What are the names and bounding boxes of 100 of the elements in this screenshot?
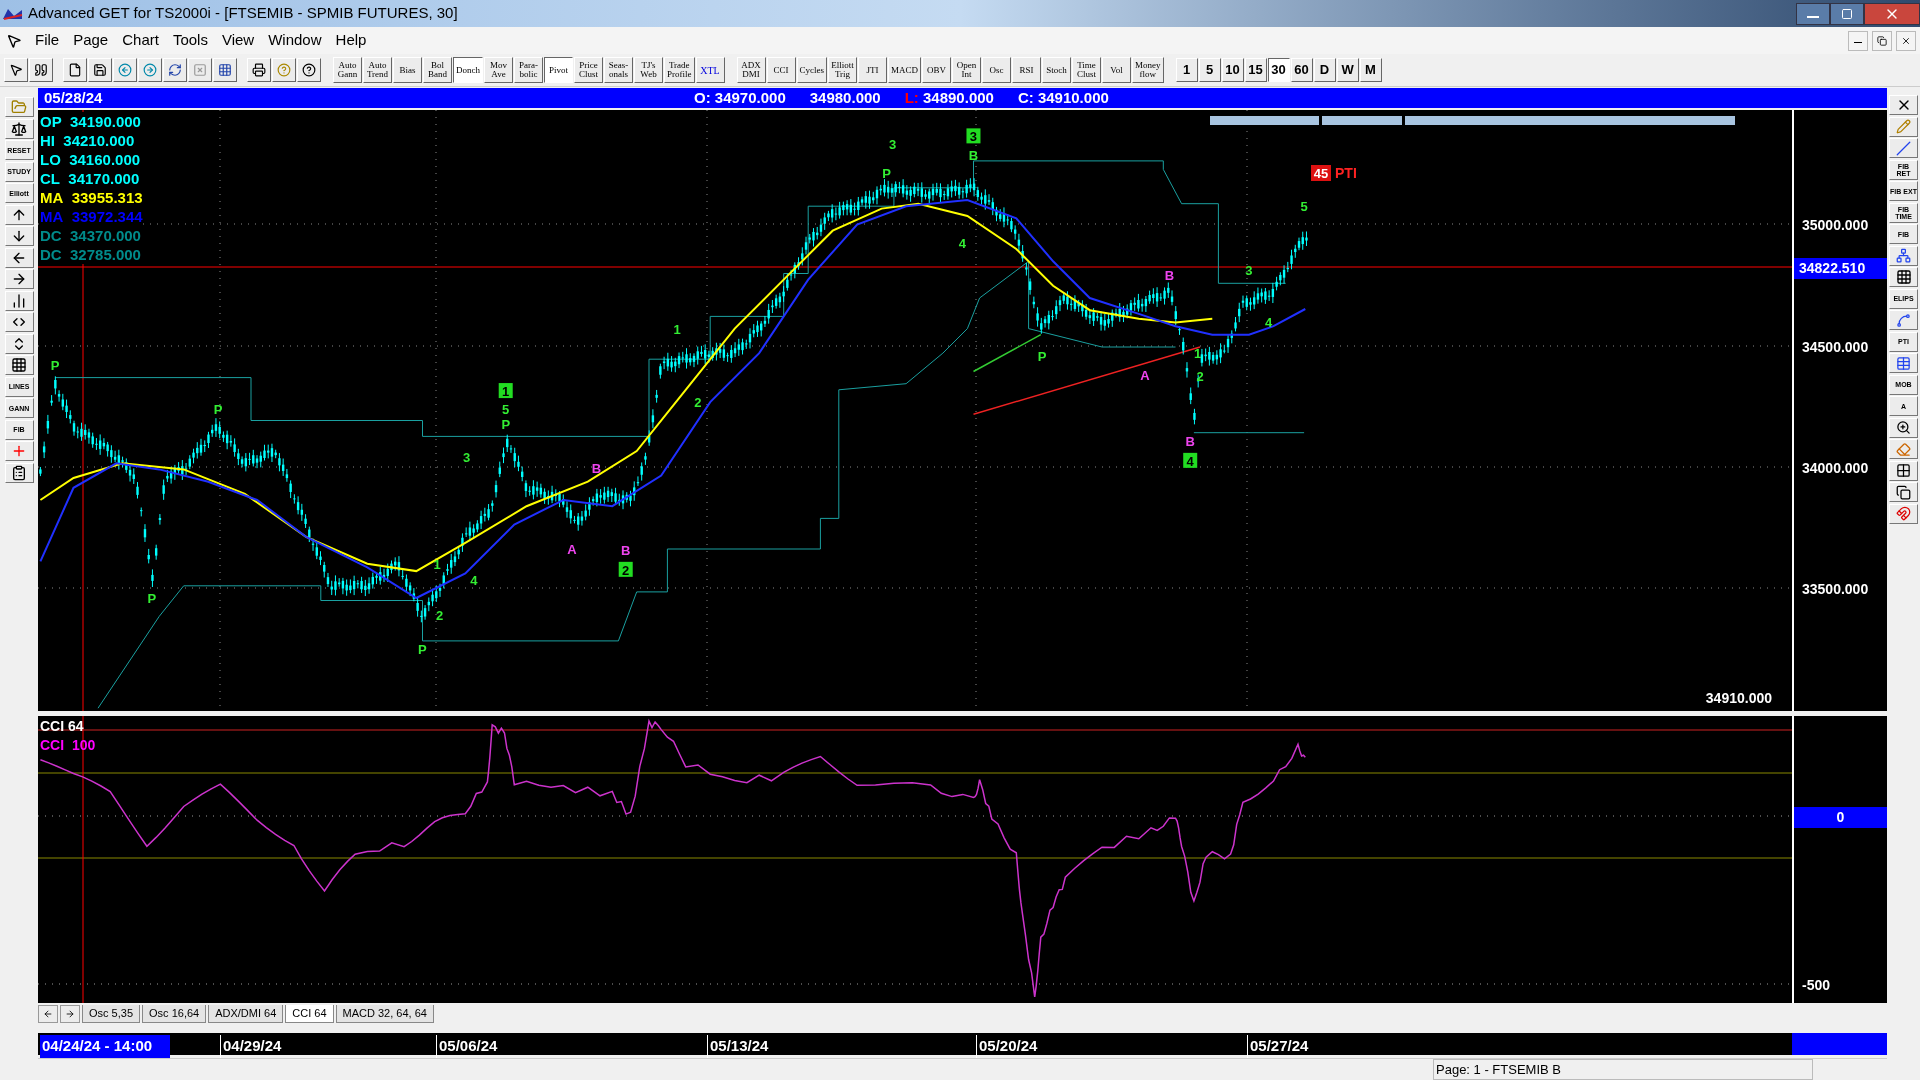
context-help-button[interactable] — [297, 58, 321, 83]
price-tick: 34500.000 — [1802, 338, 1869, 357]
cursor-icon — [6, 32, 22, 49]
tool-button[interactable] — [4, 333, 34, 354]
study-tab[interactable]: ADX/DMI 64 — [208, 1005, 284, 1023]
tool-button[interactable] — [4, 204, 34, 225]
wave-label: B — [591, 461, 602, 477]
tool-button[interactable] — [1889, 353, 1918, 373]
indicator-button[interactable]: Cycles — [796, 57, 827, 84]
overlay-button[interactable]: TJ's Web — [634, 57, 663, 84]
indicator-button[interactable]: CCI — [766, 57, 796, 84]
legend-entry: CCI 100 — [40, 736, 96, 755]
legend-entry: HI 34210.000 — [40, 131, 135, 150]
wave-label: 3 — [889, 136, 897, 152]
new-button[interactable] — [63, 58, 87, 83]
tool-button[interactable] — [1889, 245, 1918, 266]
menu-item[interactable]: Tools — [165, 29, 215, 52]
study-tab[interactable]: MACD 32, 64, 64 — [335, 1005, 434, 1023]
overlay-button[interactable]: Pivot — [544, 57, 573, 84]
eraser-icon — [1896, 441, 1911, 457]
study-tab[interactable]: CCI 64 — [285, 1005, 334, 1023]
tool-button[interactable] — [4, 290, 34, 311]
study-tab[interactable]: Osc 16,64 — [142, 1005, 207, 1023]
tool-button[interactable] — [4, 312, 34, 332]
study-tab[interactable]: Osc 5,35 — [82, 1005, 141, 1023]
grid-button[interactable] — [213, 58, 237, 83]
menu-item[interactable]: File — [28, 29, 67, 52]
pointer-button[interactable] — [4, 58, 28, 83]
minimize-button[interactable] — [1796, 2, 1830, 25]
interval-button[interactable]: M — [1359, 58, 1382, 83]
restore-button[interactable] — [1872, 30, 1892, 51]
help-button[interactable] — [272, 58, 296, 83]
wave-label: 1 — [498, 383, 513, 400]
menu-item[interactable]: View — [214, 29, 262, 52]
interval-button[interactable]: 30 — [1267, 58, 1290, 83]
close-button[interactable] — [1864, 2, 1920, 25]
tool-button[interactable] — [1889, 482, 1918, 502]
scroll-right-button[interactable] — [60, 1005, 80, 1023]
indicator-button[interactable]: Elliott Trig — [828, 57, 857, 84]
indicator-button[interactable]: Open Int — [952, 57, 981, 84]
indicator-button[interactable]: MACD — [888, 57, 921, 84]
tool-button[interactable] — [1889, 95, 1918, 115]
interval-button[interactable]: 15 — [1244, 58, 1267, 83]
maximize-button[interactable] — [1830, 2, 1864, 25]
tool-button[interactable] — [4, 247, 34, 268]
overlay-button[interactable]: Trade Profile — [664, 57, 695, 84]
overlay-button[interactable]: Para- bolic — [514, 57, 543, 84]
window-title: Advanced GET for TS2000i - [FTSEMIB - SPMIB FUTURES, 30] — [28, 3, 458, 24]
overlay-button[interactable]: Price Clust — [574, 57, 603, 84]
overlay-button[interactable]: Bias — [393, 57, 422, 84]
indicator-button[interactable]: Time Clust — [1072, 57, 1101, 84]
tool-button[interactable] — [4, 269, 34, 289]
interval-button[interactable]: 60 — [1290, 58, 1313, 83]
tool-button[interactable] — [4, 226, 34, 246]
back-button[interactable] — [113, 58, 137, 83]
indicator-button[interactable]: Stoch — [1042, 57, 1071, 84]
menu-item[interactable]: Window — [261, 29, 329, 52]
tool-button[interactable] — [4, 118, 34, 139]
menu-item[interactable]: Page — [66, 29, 116, 52]
overlay-button[interactable]: Donch — [453, 57, 483, 84]
menu-item[interactable]: Chart — [115, 29, 166, 52]
tool-button[interactable] — [1889, 138, 1918, 158]
page-icon — [68, 63, 82, 78]
printer-icon — [252, 63, 266, 78]
right-arrow-icon — [65, 1009, 75, 1019]
forward-button[interactable] — [138, 58, 162, 83]
overlay-button[interactable]: Bol Band — [423, 57, 452, 84]
indicator-button[interactable]: Osc — [982, 57, 1011, 84]
delete-button[interactable] — [188, 58, 212, 83]
print-button[interactable] — [247, 58, 271, 83]
interval-button[interactable]: 1 — [1175, 58, 1198, 83]
overlay-button[interactable]: Mov Ave — [484, 57, 513, 84]
save-button[interactable] — [88, 58, 112, 83]
tool-button[interactable] — [1889, 267, 1918, 287]
overlay-button[interactable]: Auto Gann — [333, 57, 362, 84]
indicator-button[interactable]: OBV — [922, 57, 951, 84]
indicator-button[interactable]: JTI — [858, 57, 887, 84]
tool-button[interactable] — [1889, 460, 1918, 481]
overlay-button[interactable]: Auto Trend — [363, 57, 392, 84]
overlay-button[interactable]: XTL — [695, 57, 725, 84]
tool-button[interactable] — [1889, 417, 1918, 438]
date-label: 05/20/24 — [976, 1035, 1038, 1058]
cursor-icon — [9, 63, 23, 78]
interval-button[interactable]: 5 — [1198, 58, 1221, 83]
quote-button[interactable] — [29, 58, 53, 83]
interval-button[interactable]: W — [1336, 58, 1359, 83]
indicator-button[interactable]: Money flow — [1132, 57, 1164, 84]
scroll-left-button[interactable] — [38, 1005, 58, 1023]
indicator-button[interactable]: ADX DMI — [736, 57, 766, 84]
wave-label: 1 — [1193, 346, 1202, 362]
overlay-button[interactable]: Seas- onals — [604, 57, 633, 84]
interval-button[interactable]: D — [1313, 58, 1336, 83]
menu-item[interactable]: Help — [328, 29, 374, 52]
indicator-button[interactable]: RSI — [1012, 57, 1041, 84]
interval-button[interactable]: 10 — [1221, 58, 1244, 83]
indicator-button[interactable]: Vol — [1102, 57, 1131, 84]
refresh-button[interactable] — [163, 58, 187, 83]
tool-button[interactable] — [4, 355, 34, 375]
close-button[interactable] — [1896, 30, 1916, 51]
tool-button[interactable] — [4, 462, 34, 483]
